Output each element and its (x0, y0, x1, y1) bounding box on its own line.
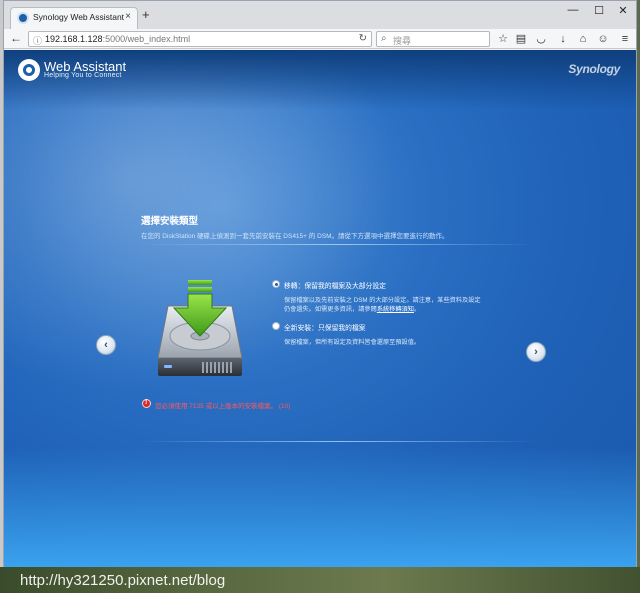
app-subtitle: Helping You to Connect (44, 72, 122, 79)
download-icon[interactable]: ↓ (556, 32, 570, 46)
back-icon[interactable]: ← (10, 31, 22, 45)
tab-strip: Synology Web Assistant × + — ☐ ✕ (4, 1, 636, 29)
maximize-button[interactable]: ☐ (586, 4, 612, 17)
migrate-option-description: 保留檔案以及先前安裝之 DSM 的大部分設定。請注意，某些資料及設定 仍會遺失。… (284, 297, 481, 313)
tab-synology[interactable]: Synology Web Assistant × (10, 7, 138, 29)
home-icon[interactable]: ⌂ (576, 32, 590, 46)
migration-notes-link[interactable]: 系統移轉須知 (377, 306, 414, 313)
divider-bottom (141, 441, 536, 442)
url-bar[interactable]: ⓘ 192.168.1.128:5000/web_index.html ↻ (28, 31, 372, 47)
menu-icon[interactable]: ≡ (618, 32, 632, 46)
hard-drive-install-icon (157, 280, 243, 376)
reload-icon[interactable]: ↻ (359, 33, 367, 44)
close-window-button[interactable]: ✕ (610, 4, 636, 17)
tab-close-icon[interactable]: × (125, 11, 131, 22)
pocket-icon[interactable]: ◡ (534, 32, 548, 46)
clean-install-radio[interactable] (272, 322, 280, 330)
url-text: 192.168.1.128:5000/web_index.html (45, 34, 191, 44)
tab-title: Synology Web Assistant (33, 12, 125, 22)
web-assistant-page: Web Assistant Helping You to Connect Syn… (4, 50, 636, 567)
next-button[interactable]: › (526, 342, 546, 362)
synology-brand-logo: Synology (568, 62, 620, 76)
clean-install-option-description: 保留檔案，但所有設定及資料皆會還原至預設值。 (284, 339, 421, 346)
previous-button[interactable]: ‹ (96, 335, 116, 355)
nav-bar: ← ⓘ 192.168.1.128:5000/web_index.html ↻ … (4, 29, 636, 49)
search-bar[interactable]: ⌕ 搜尋 (376, 31, 490, 47)
synology-favicon-icon (17, 12, 29, 24)
migrate-radio[interactable] (272, 280, 280, 288)
reading-list-icon[interactable]: ▤ (514, 32, 528, 46)
new-tab-button[interactable]: + (142, 8, 150, 22)
error-icon (142, 399, 151, 408)
emoji-icon[interactable]: ☺ (596, 32, 610, 46)
clean-install-option-label[interactable]: 全新安裝：只保留我的檔案 (284, 322, 366, 332)
search-placeholder: 搜尋 (393, 36, 412, 46)
section-title: 選擇安裝類型 (141, 216, 199, 227)
browser-window: Synology Web Assistant × + — ☐ ✕ ← ⓘ 192… (3, 0, 637, 568)
section-description: 在您的 DiskStation 硬碟上偵測到一套先前安裝在 DS415+ 的 D… (141, 233, 449, 240)
error-message: 您必須使用 7135 或以上版本的安裝檔案。 (10) (155, 403, 291, 410)
web-assistant-logo-icon (18, 59, 40, 81)
blog-watermark: http://hy321250.pixnet.net/blog (20, 572, 226, 589)
search-icon: ⌕ (381, 33, 387, 44)
info-icon[interactable]: ⓘ (33, 34, 42, 47)
migrate-option-label[interactable]: 移轉：保留我的檔案及大部分設定 (284, 280, 386, 290)
divider-top (141, 244, 536, 245)
minimize-button[interactable]: — (560, 4, 586, 16)
star-icon[interactable]: ☆ (496, 32, 510, 46)
